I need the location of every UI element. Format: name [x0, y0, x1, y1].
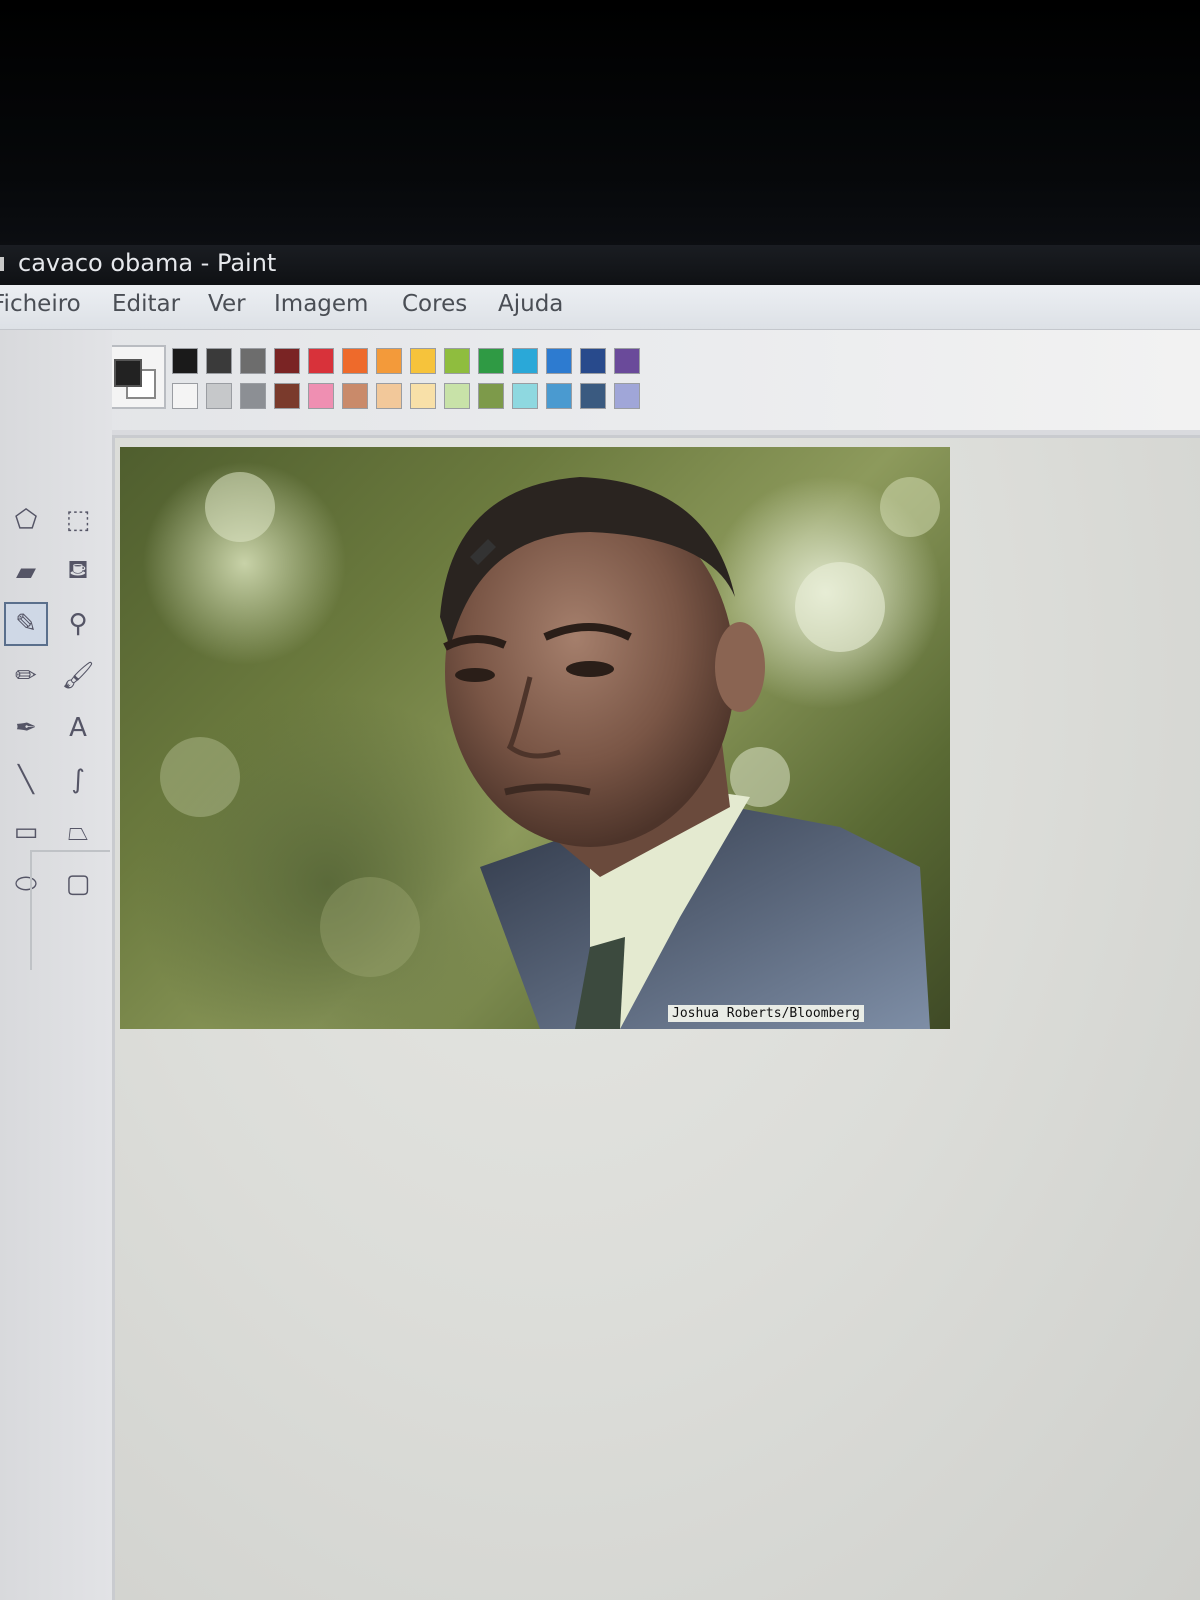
eraser-tool[interactable]: ▰	[4, 550, 48, 594]
curve-icon: ∫	[71, 765, 85, 795]
airbrush-tool[interactable]: ✒	[4, 706, 48, 750]
palette-swatch[interactable]	[376, 348, 402, 374]
palette-swatch[interactable]	[580, 383, 606, 409]
fill-bucket-icon: ⛾	[67, 555, 89, 585]
foreground-color[interactable]	[114, 359, 142, 387]
palette-swatch[interactable]	[580, 348, 606, 374]
palette-area	[0, 330, 1200, 430]
select-tool[interactable]: ⬚	[56, 498, 100, 542]
line-tool[interactable]: ╲	[4, 758, 48, 802]
palette-swatch[interactable]	[274, 383, 300, 409]
menu-cores[interactable]: Cores	[402, 291, 467, 317]
magnifier-icon: ⚲	[68, 609, 88, 639]
palette-swatch[interactable]	[512, 383, 538, 409]
palette-swatch[interactable]	[342, 348, 368, 374]
brush-icon: 🖌	[61, 661, 95, 691]
menu-bar: Ficheiro Editar Ver Imagem Cores Ajuda	[0, 285, 1200, 330]
palette-swatch[interactable]	[546, 383, 572, 409]
palette-swatch[interactable]	[478, 383, 504, 409]
palette-swatch[interactable]	[376, 383, 402, 409]
magnifier-tool[interactable]: ⚲	[56, 602, 100, 646]
menu-ficheiro[interactable]: Ficheiro	[0, 291, 81, 317]
menu-ajuda[interactable]: Ajuda	[498, 291, 563, 317]
paint-app-icon	[0, 257, 4, 271]
fill-bucket-tool[interactable]: ⛾	[56, 550, 100, 594]
palette-swatch[interactable]	[206, 348, 232, 374]
eraser-icon: ▰	[16, 557, 36, 587]
palette-swatch[interactable]	[614, 348, 640, 374]
palette-swatch[interactable]	[410, 348, 436, 374]
monitor-bezel	[0, 0, 1200, 250]
rectangle-icon: ▭	[13, 817, 39, 847]
palette-swatch[interactable]	[308, 383, 334, 409]
photo-credit: Joshua Roberts/Bloomberg	[668, 1005, 864, 1022]
curve-tool[interactable]: ∫	[56, 758, 100, 802]
pencil-tool[interactable]: ✏	[4, 654, 48, 698]
rectangle-tool[interactable]: ▭	[4, 810, 48, 854]
color-picker-tool[interactable]: ✎	[4, 602, 48, 646]
line-icon: ╲	[18, 765, 34, 795]
polygon-tool[interactable]: ⏢	[56, 810, 100, 854]
palette-swatch[interactable]	[444, 348, 470, 374]
menu-ver[interactable]: Ver	[208, 291, 246, 317]
airbrush-icon: ✒	[15, 713, 37, 743]
select-icon: ⬚	[65, 505, 91, 535]
color-picker-icon: ✎	[15, 609, 37, 639]
free-select-icon: ⬠	[14, 505, 38, 535]
palette-swatch[interactable]	[206, 383, 232, 409]
polygon-icon: ⏢	[67, 816, 89, 847]
palette-swatch[interactable]	[512, 348, 538, 374]
palette-swatch[interactable]	[240, 383, 266, 409]
palette-swatch[interactable]	[444, 383, 470, 409]
free-select-tool[interactable]: ⬠	[4, 498, 48, 542]
palette-swatch[interactable]	[614, 383, 640, 409]
image-canvas[interactable]: Joshua Roberts/Bloomberg	[120, 447, 950, 1029]
palette-swatch[interactable]	[308, 348, 334, 374]
text-icon: A	[69, 713, 87, 743]
text-tool[interactable]: A	[56, 706, 100, 750]
window-title: cavaco obama - Paint	[18, 249, 277, 277]
palette-swatch[interactable]	[240, 348, 266, 374]
toolbox: ⬠ ⬚ ▰ ⛾ ✎ ⚲ ✏ 🖌 ✒ A ╲ ∫ ▭ ⏢ ⬭ ▢	[0, 330, 112, 1600]
pencil-icon: ✏	[15, 661, 37, 691]
palette-swatch[interactable]	[478, 348, 504, 374]
tool-options-box[interactable]	[30, 850, 110, 970]
palette-swatch[interactable]	[546, 348, 572, 374]
palette-swatch[interactable]	[410, 383, 436, 409]
palette-swatch[interactable]	[342, 383, 368, 409]
menu-imagem[interactable]: Imagem	[274, 291, 368, 317]
photo-portrait	[160, 472, 940, 1029]
palette-swatch[interactable]	[274, 348, 300, 374]
menu-editar[interactable]: Editar	[112, 291, 180, 317]
palette-swatch[interactable]	[172, 348, 198, 374]
palette-swatch[interactable]	[172, 383, 198, 409]
title-bar[interactable]: cavaco obama - Paint	[0, 245, 1200, 285]
brush-tool[interactable]: 🖌	[56, 654, 100, 698]
